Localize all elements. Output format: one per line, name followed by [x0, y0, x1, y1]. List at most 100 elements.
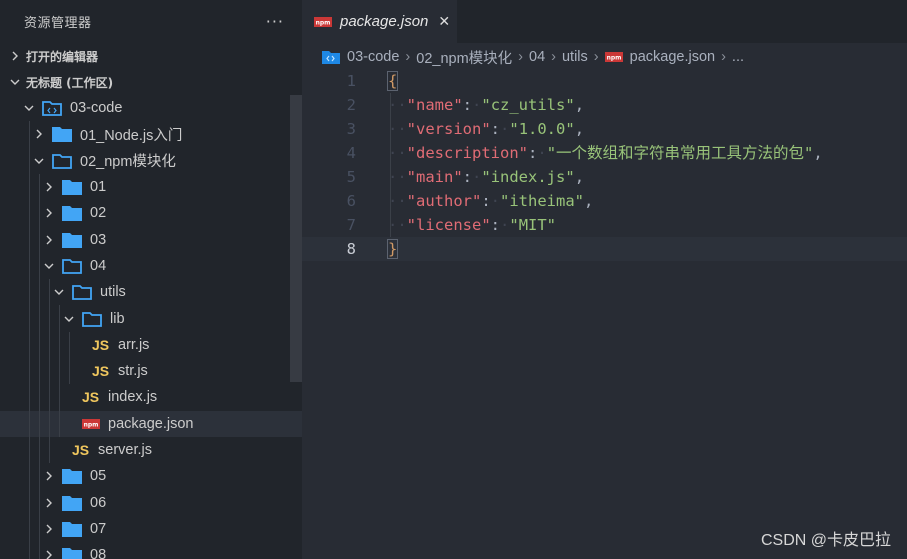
code-line[interactable]: 2 ··"name":·"cz_utils", — [302, 93, 907, 117]
section-workspace[interactable]: 无标题 (工作区) — [0, 69, 302, 95]
tree-item[interactable]: 06 — [0, 489, 302, 516]
json-colon: : — [490, 120, 501, 138]
tree-item-label: 08 — [90, 547, 107, 559]
code-line[interactable]: 4 ··"description":·"一个数组和字符串常用工具方法的包", — [302, 141, 907, 165]
folder-icon — [62, 180, 82, 196]
tree-item[interactable]: 02_npm模块化 — [0, 147, 302, 174]
tree-item[interactable]: JS arr.js — [0, 331, 302, 358]
code-line[interactable]: 5 ··"main":·"index.js", — [302, 165, 907, 189]
tree-item[interactable]: 01 — [0, 173, 302, 201]
chevron-down-icon — [64, 316, 74, 322]
tree-item[interactable]: 07 — [0, 515, 302, 543]
tree-item[interactable]: 05 — [0, 463, 302, 490]
breadcrumb-item[interactable]: 02_npm模块化 — [416, 47, 512, 68]
tree-item-label: server.js — [98, 442, 152, 458]
breadcrumb-item[interactable]: ... — [732, 49, 744, 65]
tree-item-label: arr.js — [118, 336, 150, 353]
chevron-down-icon — [24, 105, 34, 112]
tree-item[interactable]: utils — [0, 279, 302, 306]
tab-package-json[interactable]: npm package.json ✕ — [302, 0, 457, 43]
tree-indent-guide — [39, 331, 40, 358]
tree-indent-guide — [29, 252, 30, 280]
tree-indent-guide — [39, 226, 40, 253]
json-value: "index.js" — [481, 168, 575, 186]
folder-open-icon — [62, 259, 82, 274]
line-number: 4 — [346, 144, 356, 162]
chevron-right-icon — [46, 235, 52, 245]
tree-item[interactable]: lib — [0, 305, 302, 332]
tree-indent-guide — [29, 173, 30, 201]
json-value: "一个数组和字符串常用工具方法的包" — [546, 144, 814, 162]
tree-item-label: 01 — [90, 179, 107, 196]
tree-indent-guide — [59, 357, 60, 385]
open-brace: { — [386, 71, 399, 91]
chevron-right-icon — [46, 524, 52, 534]
breadcrumb-item[interactable]: 04 — [529, 49, 545, 65]
folder-icon — [62, 495, 82, 511]
whitespace-dots: · — [472, 168, 482, 186]
tree-indent-guide — [39, 410, 40, 437]
chevron-right-icon: › — [551, 49, 556, 65]
tree-item[interactable]: JS server.js — [0, 436, 302, 464]
more-actions-icon[interactable]: ··· — [266, 12, 284, 31]
tab-bar: npm package.json ✕ — [302, 0, 907, 43]
tree-item-label: 01_Node.js入门 — [80, 127, 183, 144]
editor-area: npm package.json ✕ 03-code › 02_npm模块化 ›… — [302, 0, 907, 559]
chevron-right-icon: › — [593, 49, 599, 65]
vscode-folder-icon — [42, 101, 62, 117]
watermark: CSDN @卡皮巴拉 — [760, 532, 891, 549]
tree-item-label: 07 — [90, 520, 107, 537]
code-line[interactable]: 8} — [302, 237, 907, 261]
chevron-right-icon: › — [518, 49, 523, 65]
tree-indent-guide — [39, 279, 40, 306]
json-comma: , — [574, 96, 585, 114]
sidebar-scrollbar[interactable] — [290, 95, 302, 382]
tree-indent-guide — [49, 410, 50, 437]
tree-item[interactable]: 08 — [0, 542, 302, 559]
tree-item[interactable]: 02 — [0, 200, 302, 227]
tree-indent-guide — [39, 515, 40, 543]
tree-item[interactable]: JS str.js — [0, 357, 302, 385]
code-line[interactable]: 3 ··"version":·"1.0.0", — [302, 117, 907, 141]
tree-item[interactable]: npm package.json — [0, 410, 302, 437]
tree-item[interactable]: 04 — [0, 252, 302, 280]
breadcrumb-item[interactable]: utils — [562, 49, 588, 65]
file-tree: 03-code 01_Node.js入门 02_npm模块化 01 02 03 04 util… — [0, 95, 302, 559]
tree-indent-guide — [59, 410, 60, 437]
line-number: 8 — [346, 240, 356, 258]
chevron-right-icon — [46, 498, 52, 508]
chevron-right-icon: › — [721, 49, 726, 65]
json-colon: : — [528, 144, 538, 162]
chevron-right-icon — [12, 51, 18, 61]
tree-indent-guide — [29, 147, 30, 174]
json-comma: , — [574, 120, 585, 138]
breadcrumb-item[interactable]: package.json — [630, 49, 715, 65]
tree-indent-guide — [49, 279, 50, 306]
tree-indent-guide — [69, 357, 70, 385]
js-file-icon: JS — [92, 336, 110, 353]
tree-item[interactable]: JS index.js — [0, 384, 302, 411]
code-line[interactable]: 7 ··"license":·"MIT" — [302, 213, 907, 237]
section-open-editors[interactable]: 打开的编辑器 — [0, 43, 302, 69]
code-line[interactable]: 6 ··"author":·"itheima", — [302, 189, 907, 213]
code-line[interactable]: 1{ — [302, 69, 907, 93]
tree-item[interactable]: 01_Node.js入门 — [0, 121, 302, 148]
code-editor[interactable]: 1{2 ··"name":·"cz_utils", 3 ··"version":·"1… — [302, 69, 907, 261]
close-icon[interactable]: ✕ — [438, 14, 450, 30]
json-key: "license" — [406, 216, 491, 234]
json-colon: : — [462, 168, 473, 186]
tree-item-label: 05 — [90, 468, 107, 485]
npm-icon: npm — [82, 418, 100, 429]
folder-icon — [62, 232, 82, 248]
line-number: 2 — [346, 96, 356, 114]
folder-icon — [62, 206, 82, 222]
tree-indent-guide — [29, 384, 30, 411]
js-file-icon: JS — [92, 363, 110, 380]
tree-item[interactable]: 03 — [0, 226, 302, 253]
breadcrumb-item[interactable]: 03-code — [347, 49, 399, 65]
tree-indent-guide — [39, 305, 40, 332]
tree-indent-guide — [29, 279, 30, 306]
tree-item[interactable]: 03-code — [0, 95, 302, 121]
line-number: 1 — [346, 72, 356, 90]
tree-indent-guide — [29, 357, 30, 385]
